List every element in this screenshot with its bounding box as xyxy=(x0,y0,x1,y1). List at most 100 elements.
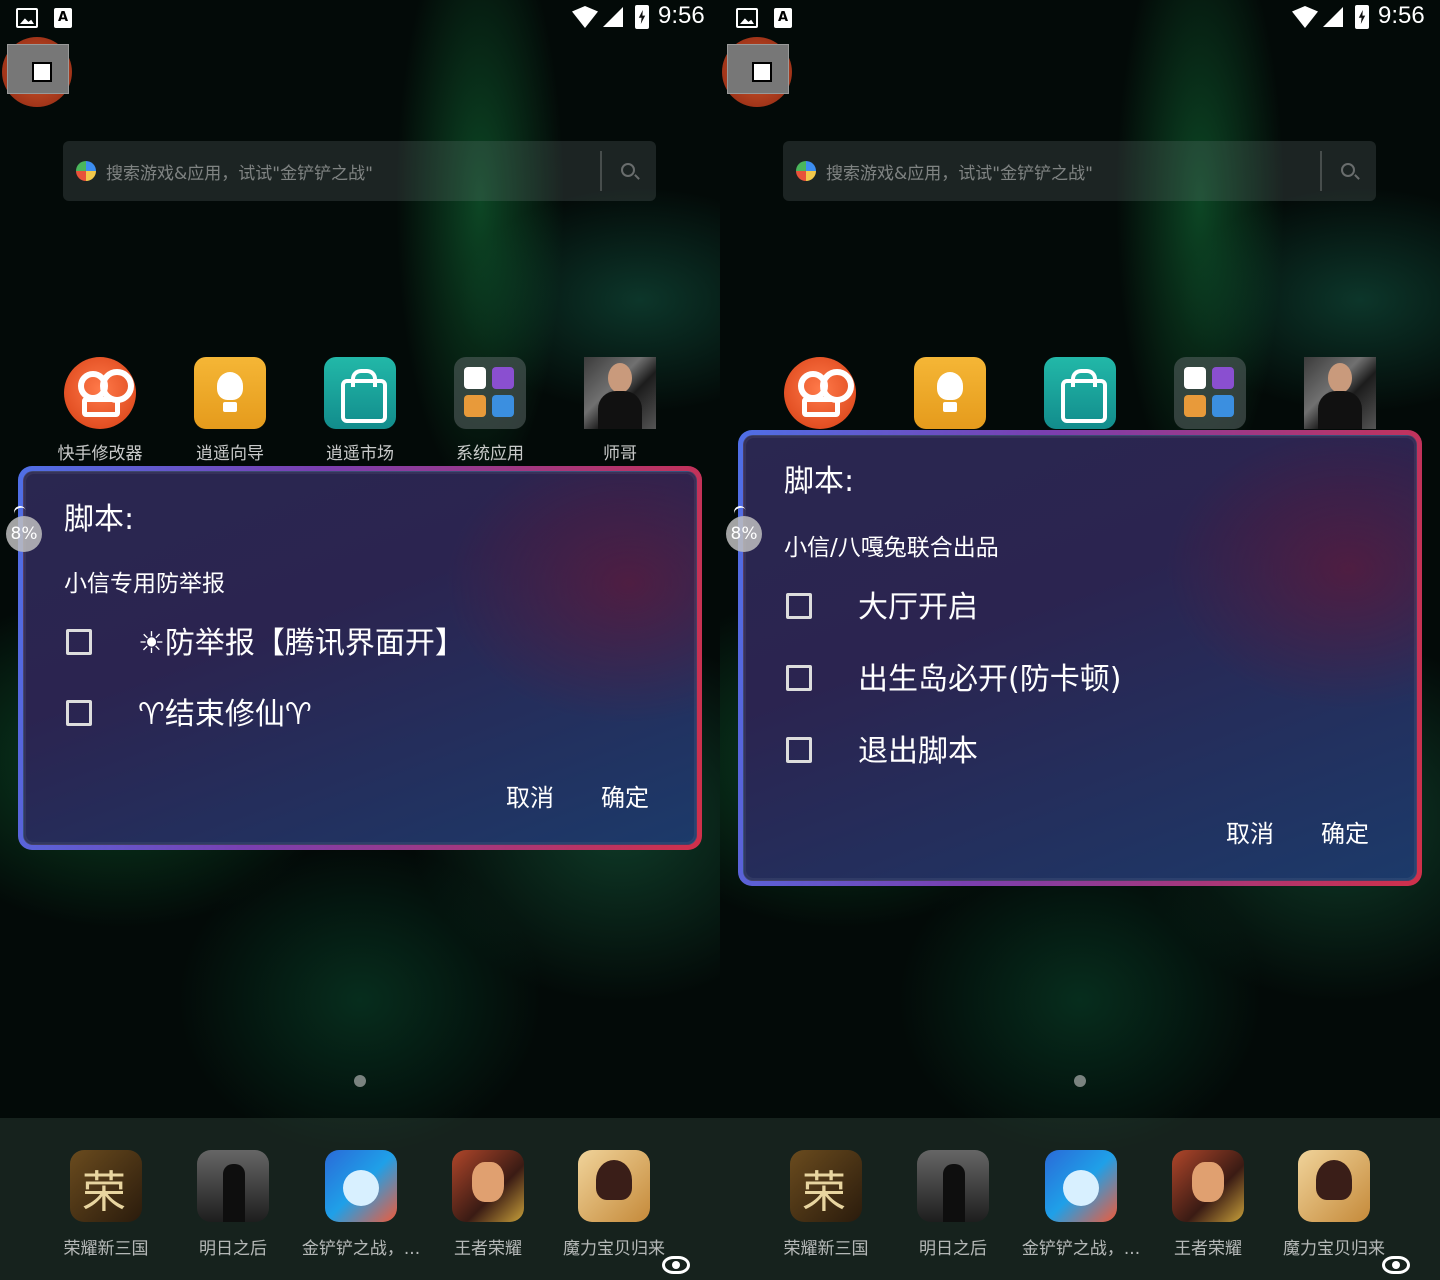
a-notification-icon: A xyxy=(774,8,792,28)
store-logo-icon xyxy=(76,161,96,181)
market-bag-icon xyxy=(1044,357,1116,429)
wifi-icon xyxy=(572,6,598,28)
dock-app[interactable]: 明日之后 xyxy=(168,1150,298,1259)
app-row: 快手修改器 逍遥向导 逍遥市场 系统应用 师哥 xyxy=(35,357,685,467)
cancel-button[interactable]: 取消 xyxy=(1226,814,1274,849)
option-label: ♈结束修仙♈ xyxy=(138,697,312,732)
left-screenshot: A 9:56 搜索游戏&应用，试试"金铲铲之战" 快手修改器 逍遥向导 逍遥市场… xyxy=(0,0,720,1280)
search-bar[interactable]: 搜索游戏&应用，试试"金铲铲之战" xyxy=(783,141,1376,201)
divider xyxy=(600,151,602,191)
right-screenshot: A 9:56 搜索游戏&应用，试试"金铲铲之战" 快手修改器 逍遥向导 逍遥市场… xyxy=(720,0,1440,1280)
dock-app[interactable]: 金铲铲之战，... xyxy=(296,1150,426,1259)
dock-app[interactable]: 魔力宝贝归来 xyxy=(549,1150,679,1259)
game-icon xyxy=(452,1150,524,1222)
app-kuaishou-modifier[interactable]: 快手修改器 xyxy=(35,357,165,464)
app-label: 魔力宝贝归来 xyxy=(1283,1239,1385,1259)
progress-badge: 8% xyxy=(726,516,762,552)
app-label: 荣耀新三国 xyxy=(63,1239,149,1259)
clock: 9:56 xyxy=(658,2,705,29)
market-bag-icon xyxy=(324,357,396,429)
progress-badge: 8% xyxy=(6,516,42,552)
confirm-button[interactable]: 确定 xyxy=(1321,814,1369,849)
option-label: 出生岛必开(防卡顿) xyxy=(858,662,1122,697)
search-bar[interactable]: 搜索游戏&应用，试试"金铲铲之战" xyxy=(63,141,656,201)
folder-icon xyxy=(1174,357,1246,429)
app-label: 荣耀新三国 xyxy=(783,1239,869,1259)
stop-icon xyxy=(7,44,69,94)
status-bar: A 9:56 xyxy=(720,0,1440,36)
image-notification-icon xyxy=(736,8,758,28)
floating-stop-button[interactable] xyxy=(2,37,72,107)
photo-icon xyxy=(584,357,656,429)
app-label: 师哥 xyxy=(603,444,637,464)
search-icon[interactable] xyxy=(621,163,635,177)
dock-app[interactable]: 明日之后 xyxy=(888,1150,1018,1259)
option-label: ☀防举报【腾讯界面开】 xyxy=(138,626,465,661)
app-label: 王者荣耀 xyxy=(454,1239,522,1259)
checkbox[interactable] xyxy=(786,665,812,691)
app-xiaoyao-guide[interactable]: 逍遥向导 xyxy=(165,357,295,464)
eye-icon[interactable] xyxy=(1382,1256,1410,1274)
game-icon xyxy=(70,1150,142,1222)
option-spawn-island[interactable]: 出生岛必开(防卡顿) xyxy=(786,658,1346,698)
game-icon xyxy=(790,1150,862,1222)
app-label: 金铲铲之战，... xyxy=(301,1239,421,1259)
kuaishou-icon xyxy=(64,357,136,429)
photo-icon xyxy=(1304,357,1376,429)
eye-icon[interactable] xyxy=(662,1256,690,1274)
dock-app[interactable]: 王者荣耀 xyxy=(423,1150,553,1259)
dock-app[interactable]: 荣耀新三国 xyxy=(41,1150,171,1259)
game-dock: 荣耀新三国 明日之后 金铲铲之战，... 王者荣耀 魔力宝贝归来 xyxy=(720,1118,1440,1280)
clock: 9:56 xyxy=(1378,2,1425,29)
dialog-title: 脚本: xyxy=(784,464,855,499)
game-dock: 荣耀新三国 明日之后 金铲铲之战，... 王者荣耀 魔力宝贝归来 xyxy=(0,1118,720,1280)
game-icon xyxy=(1298,1150,1370,1222)
game-icon xyxy=(197,1150,269,1222)
app-label: 王者荣耀 xyxy=(1174,1239,1242,1259)
script-dialog: 脚本: 小信专用防举报 ☀防举报【腾讯界面开】 ♈结束修仙♈ 取消 确定 xyxy=(18,466,702,850)
game-icon xyxy=(325,1150,397,1222)
app-system-folder[interactable]: 系统应用 xyxy=(425,357,555,464)
wifi-icon xyxy=(1292,6,1318,28)
lightbulb-icon xyxy=(194,357,266,429)
search-icon[interactable] xyxy=(1341,163,1355,177)
app-shige[interactable]: 师哥 xyxy=(555,357,685,464)
battery-charging-icon xyxy=(1355,5,1369,29)
store-logo-icon xyxy=(796,161,816,181)
dock-app[interactable]: 魔力宝贝归来 xyxy=(1269,1150,1399,1259)
checkbox[interactable] xyxy=(66,700,92,726)
folder-icon xyxy=(454,357,526,429)
game-icon xyxy=(1045,1150,1117,1222)
option-anti-report[interactable]: ☀防举报【腾讯界面开】 xyxy=(66,622,626,662)
app-label: 魔力宝贝归来 xyxy=(563,1239,665,1259)
game-icon xyxy=(1172,1150,1244,1222)
kuaishou-icon xyxy=(784,357,856,429)
option-lobby-open[interactable]: 大厅开启 xyxy=(786,586,1346,626)
cancel-button[interactable]: 取消 xyxy=(506,778,554,813)
dialog-message: 小信/八嘎兔联合出品 xyxy=(784,535,999,561)
progress-value: 8% xyxy=(730,524,758,544)
confirm-button[interactable]: 确定 xyxy=(601,778,649,813)
floating-stop-button[interactable] xyxy=(722,37,792,107)
app-label: 明日之后 xyxy=(199,1239,267,1259)
option-end-cultivation[interactable]: ♈结束修仙♈ xyxy=(66,693,626,733)
signal-icon xyxy=(603,7,623,27)
dock-app[interactable]: 王者荣耀 xyxy=(1143,1150,1273,1259)
app-xiaoyao-market[interactable]: 逍遥市场 xyxy=(295,357,425,464)
page-indicator xyxy=(354,1075,366,1087)
option-label: 退出脚本 xyxy=(858,734,978,769)
stop-icon xyxy=(727,44,789,94)
checkbox[interactable] xyxy=(66,629,92,655)
progress-value: 8% xyxy=(10,524,38,544)
divider xyxy=(1320,151,1322,191)
option-label: 大厅开启 xyxy=(858,590,978,625)
dialog-body: 脚本: 小信/八嘎兔联合出品 大厅开启 出生岛必开(防卡顿) 退出脚本 取消 确… xyxy=(743,435,1417,881)
checkbox[interactable] xyxy=(786,737,812,763)
dock-app[interactable]: 荣耀新三国 xyxy=(761,1150,891,1259)
dock-app[interactable]: 金铲铲之战，... xyxy=(1016,1150,1146,1259)
app-label: 明日之后 xyxy=(919,1239,987,1259)
lightbulb-icon xyxy=(914,357,986,429)
option-exit-script[interactable]: 退出脚本 xyxy=(786,730,1346,770)
checkbox[interactable] xyxy=(786,593,812,619)
page-indicator xyxy=(1074,1075,1086,1087)
